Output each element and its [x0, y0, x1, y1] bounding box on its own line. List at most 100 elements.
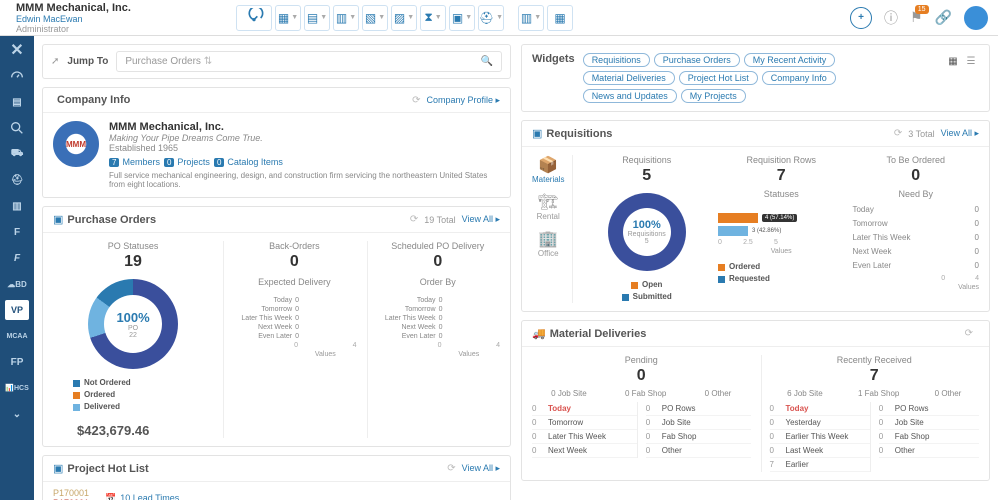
jump-to-panel: ➚ Jump To Purchase Orders ⇅ 🔍 [42, 44, 511, 79]
rail-list-icon[interactable]: ▤ [5, 92, 29, 112]
hotlist-ids[interactable]: P170001 P170001 [53, 488, 89, 500]
grid-view-icon[interactable]: ▦ [945, 53, 961, 69]
list-item[interactable]: 0Today [532, 402, 637, 416]
widget-tag[interactable]: Material Deliveries [583, 71, 675, 85]
jump-to-search[interactable]: Purchase Orders ⇅ 🔍 [116, 51, 502, 72]
list-item[interactable]: 0Earlier This Week [770, 430, 870, 444]
list-item[interactable]: 0Fab Shop [646, 430, 751, 444]
rail-f2-icon[interactable]: F [5, 248, 29, 268]
list-item[interactable]: 0Other [646, 444, 751, 458]
avatar[interactable] [964, 6, 988, 30]
rail-fp-icon[interactable]: FP [5, 352, 29, 372]
list-item[interactable]: 0Last Week [770, 444, 870, 458]
refresh-icon[interactable]: ⟳ [447, 463, 455, 474]
tool-icon-3[interactable]: ▤▼ [304, 5, 330, 31]
company-info-panel: Company Info ⟳ Company Profile ▸ MMM MMM… [42, 87, 511, 198]
widget-tag[interactable]: My Recent Activity [744, 53, 836, 67]
list-item[interactable]: 0Yesterday [770, 416, 870, 430]
jump-to-label: Jump To [67, 56, 108, 67]
info-icon[interactable]: ⓘ [884, 8, 898, 28]
tool-icon-10[interactable]: ▥▼ [518, 5, 544, 31]
flag-icon[interactable]: ⚑15 [910, 9, 923, 26]
material-deliveries-panel: 🚚 Material Deliveries ⟳ Pending0 0 Job S… [521, 320, 990, 481]
req-total-meta: 3 Total [908, 129, 934, 139]
purchase-orders-panel: ▣ Purchase Orders ⟳ 19 Total View All ▸ … [42, 206, 511, 447]
rail-bd-icon[interactable]: ☁BD [5, 274, 29, 294]
hotlist-view-all[interactable]: View All ▸ [462, 463, 500, 474]
list-item[interactable]: 7Earlier [770, 458, 870, 472]
header-user-role: Administrator [16, 24, 236, 34]
rail-f1-icon[interactable]: F [5, 222, 29, 242]
company-logo: MMM [53, 121, 99, 167]
rail-hcs-icon[interactable]: 📊HCS [5, 378, 29, 398]
jump-arrow-icon: ➚ [51, 56, 59, 67]
widget-tag[interactable]: My Projects [681, 89, 746, 103]
rail-forklift-icon[interactable]: ⛟ [5, 144, 29, 164]
list-item[interactable]: 0Next Week [532, 444, 637, 458]
tool-icon-4[interactable]: ▥▼ [333, 5, 359, 31]
side-tab-materials[interactable]: 📦Materials [532, 155, 564, 184]
refresh-icon[interactable]: ⟳ [965, 328, 973, 339]
req-rows-block: Requisition Rows7 Statuses 4 (57.14%) 3 … [718, 155, 845, 303]
rail-book-icon[interactable]: ▥ [5, 196, 29, 216]
tool-icon-2[interactable]: ▦▼ [275, 5, 301, 31]
list-item[interactable]: 0Job Site [646, 416, 751, 430]
mat-title: Material Deliveries [550, 328, 647, 340]
tool-icon-7[interactable]: ⧗▼ [420, 5, 446, 31]
header-user-name[interactable]: Edwin MacEwan [16, 14, 236, 24]
widget-tag[interactable]: News and Updates [583, 89, 677, 103]
req-view-all[interactable]: View All ▸ [941, 128, 979, 139]
rail-vp-icon[interactable]: VP [5, 300, 29, 320]
tool-icon-6[interactable]: ▨▼ [391, 5, 417, 31]
rail-search-icon[interactable] [5, 118, 29, 138]
company-profile-link[interactable]: Company Profile ▸ [426, 95, 500, 106]
rail-gauge-icon[interactable] [5, 66, 29, 86]
list-item[interactable]: 0PO Rows [879, 402, 979, 416]
req-donut-block: Requisitions5 100% Requisitions 5 [583, 155, 710, 303]
list-item[interactable]: 0Other [879, 444, 979, 458]
widget-tag[interactable]: Purchase Orders [654, 53, 740, 67]
side-tab-rental[interactable]: 🏗Rental [532, 192, 564, 221]
widget-tag[interactable]: Company Info [762, 71, 836, 85]
tool-icon-5[interactable]: ▧▼ [362, 5, 388, 31]
rail-close-icon[interactable]: ✕ [5, 40, 29, 60]
list-view-icon[interactable]: ☰ [963, 53, 979, 69]
hotlist-title: Project Hot List [67, 463, 148, 475]
search-icon[interactable]: 🔍 [481, 56, 493, 67]
refresh-icon[interactable]: ⟳ [412, 95, 420, 106]
list-item[interactable]: 0Job Site [879, 416, 979, 430]
lead-times-link[interactable]: 📅 10 Lead Times [105, 488, 179, 500]
badge-members[interactable]: 7Members [109, 157, 160, 167]
add-button[interactable]: + [850, 7, 872, 29]
tool-icon-11[interactable]: ▦ [547, 5, 573, 31]
po-statuses-block: PO Statuses 19 100% PO 22 [53, 241, 213, 438]
link-icon[interactable]: 🔗 [935, 9, 952, 26]
pending-block: Pending0 0 Job Site0 Fab Shop0 Other 0To… [532, 355, 751, 472]
project-hot-list-panel: ▣ Project Hot List ⟳ View All ▸ P170001 … [42, 455, 511, 500]
widget-tag[interactable]: Project Hot List [679, 71, 758, 85]
mat-icon: 🚚 [532, 327, 546, 340]
rail-mcaa-icon[interactable]: MCAA [5, 326, 29, 346]
refresh-icon[interactable]: ⟳ [410, 214, 418, 225]
tool-icon-9[interactable]: ⛑▼ [478, 5, 504, 31]
dashboard-icon[interactable] [236, 5, 272, 31]
widget-tags: Requisitions Purchase Orders My Recent Act… [583, 53, 929, 103]
tool-icon-8[interactable]: ▣▼ [449, 5, 475, 31]
side-tab-office[interactable]: 🏢Office [532, 229, 564, 258]
po-legend: Not Ordered Ordered Delivered [73, 377, 213, 413]
widget-tag[interactable]: Requisitions [583, 53, 650, 67]
badge-catalog[interactable]: 0Catalog Items [214, 157, 283, 167]
badge-projects[interactable]: 0Projects [164, 157, 210, 167]
list-item[interactable]: 0Fab Shop [879, 430, 979, 444]
po-donut-chart: 100% PO 22 [88, 279, 178, 369]
po-view-all[interactable]: View All ▸ [462, 214, 500, 225]
jump-placeholder: Purchase Orders ⇅ [125, 56, 212, 67]
po-title: Purchase Orders [67, 214, 156, 226]
list-item[interactable]: 0Today [770, 402, 870, 416]
refresh-icon[interactable]: ⟳ [894, 128, 902, 139]
list-item[interactable]: 0PO Rows [646, 402, 751, 416]
rail-expand-icon[interactable]: ⌄ [5, 404, 29, 424]
list-item[interactable]: 0Tomorrow [532, 416, 637, 430]
list-item[interactable]: 0Later This Week [532, 430, 637, 444]
rail-hardhat-icon[interactable]: ⛑ [5, 170, 29, 190]
